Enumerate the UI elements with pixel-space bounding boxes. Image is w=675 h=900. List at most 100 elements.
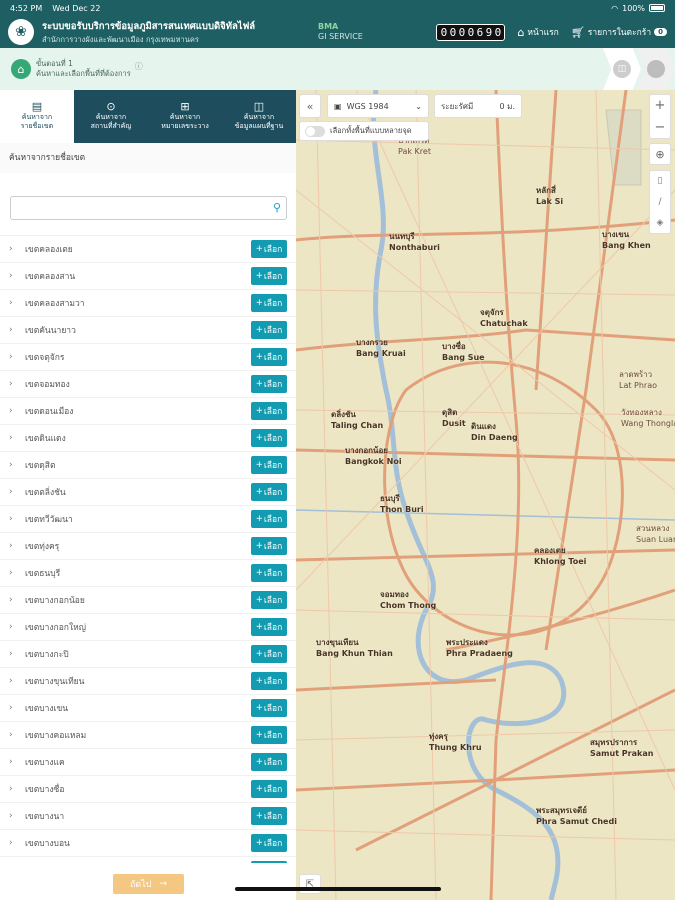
search-icon[interactable]: ⚲ [273,201,281,214]
district-row[interactable]: › เขตบางกอกน้อย + เลือก [0,586,296,613]
district-row[interactable]: › เขตบางนา + เลือก [0,802,296,829]
select-district-button[interactable]: +เลือก [251,726,287,744]
select-district-button[interactable]: +เลือก [251,807,287,825]
chevron-right-icon[interactable]: › [9,568,25,578]
step-3-chevron [637,48,675,90]
district-search-input[interactable]: ⚲ [10,196,287,220]
chevron-right-icon[interactable]: › [9,811,25,821]
plus-icon: + [255,406,263,416]
district-row[interactable]: › เขตคลองสามวา + เลือก [0,289,296,316]
district-row[interactable]: › เขตบางขุนเทียน + เลือก [0,667,296,694]
district-row[interactable]: › เขตจตุจักร + เลือก [0,343,296,370]
district-row[interactable]: › เขตดินแดง + เลือก [0,424,296,451]
district-row[interactable]: › เขตบางแค + เลือก [0,748,296,775]
select-district-button[interactable]: +เลือก [251,348,287,366]
select-district-button[interactable]: +เลือก [251,645,287,663]
chevron-right-icon[interactable]: › [9,433,25,443]
measure-tool-icon[interactable]: ∕ [658,197,661,207]
chevron-right-icon[interactable]: › [9,784,25,794]
basemap-tool-icon[interactable]: ▯ [658,176,663,186]
select-district-button[interactable]: +เลือก [251,510,287,528]
select-district-button[interactable]: +เลือก [251,672,287,690]
chevron-right-icon[interactable]: › [9,244,25,254]
chevron-right-icon[interactable]: › [9,271,25,281]
chevron-right-icon[interactable]: › [9,514,25,524]
select-district-button[interactable]: +เลือก [251,240,287,258]
home-link[interactable]: ⌂ หน้าแรก [517,25,558,39]
select-district-button[interactable]: +เลือก [251,591,287,609]
district-row[interactable]: › เขตดอนเมือง + เลือก [0,397,296,424]
radius-field[interactable]: ระยะรัศมี 0 ม. [434,94,522,118]
select-district-button[interactable]: +เลือก [251,321,287,339]
app-header: ❀ ระบบขอรับบริการข้อมูลภูมิสารสนเทศแบบดิ… [0,16,675,48]
chevron-right-icon[interactable]: › [9,541,25,551]
chevron-right-icon[interactable]: › [9,757,25,767]
district-row[interactable]: › เขตธนบุรี + เลือก [0,559,296,586]
select-district-button[interactable]: +เลือก [251,834,287,852]
chevron-right-icon[interactable]: › [9,730,25,740]
shield-tool-icon[interactable]: ◈ [657,218,664,228]
chevron-right-icon[interactable]: › [9,406,25,416]
select-district-button[interactable]: +เลือก [251,780,287,798]
district-row[interactable]: › เขตดุสิต + เลือก [0,451,296,478]
select-district-button[interactable]: +เลือก [251,483,287,501]
plus-icon: + [255,460,263,470]
select-district-button[interactable]: +เลือก [251,537,287,555]
district-row[interactable]: › เขตบางซื่อ + เลือก [0,775,296,802]
select-district-button[interactable]: +เลือก [251,402,287,420]
next-button[interactable]: ถัดไป → [113,874,184,894]
chevron-right-icon[interactable]: › [9,622,25,632]
district-row[interactable]: › เขตบางกอกใหญ่ + เลือก [0,613,296,640]
chevron-right-icon[interactable]: › [9,487,25,497]
map-view[interactable]: ปากเกร็ดPak Kret หลักสี่Lak Si บางเขนBan… [296,90,675,900]
select-district-button[interactable]: +เลือก [251,375,287,393]
zoom-in-button[interactable]: + [655,98,666,113]
chevron-right-icon[interactable]: › [9,703,25,713]
collapse-panel-button[interactable]: « [299,94,321,118]
select-district-button[interactable]: +เลือก [251,456,287,474]
select-district-button[interactable]: +เลือก [251,429,287,447]
select-district-button[interactable]: +เลือก [251,294,287,312]
district-row[interactable]: › เขตคลองเตย + เลือก [0,235,296,262]
crs-select[interactable]: ▣ WGS 1984 ⌄ [327,94,429,118]
select-district-button[interactable]: +เลือก [251,267,287,285]
chevron-right-icon[interactable]: › [9,325,25,335]
locate-button[interactable]: ⊕ [649,143,671,165]
tab-district[interactable]: ▤ ค้นหาจาก รายชื่อเขต [0,90,74,143]
district-row[interactable]: › เขตคลองสาน + เลือก [0,262,296,289]
expand-map-button[interactable]: ⇱ [299,874,321,894]
cart-icon: 🛒︎ [570,25,585,39]
select-district-button[interactable]: +เลือก [251,753,287,771]
plus-icon: + [255,649,263,659]
cart-link[interactable]: 🛒︎ รายการในตะกร้า 0 [571,25,667,39]
district-row[interactable]: › เขตจอมทอง + เลือก [0,370,296,397]
select-district-button[interactable]: +เลือก [251,564,287,582]
chevron-right-icon[interactable]: › [9,838,25,848]
select-label: เลือก [263,407,283,417]
district-row[interactable]: › เขตตลิ่งชัน + เลือก [0,478,296,505]
district-row[interactable]: › เขตทวีวัฒนา + เลือก [0,505,296,532]
step-3-icon [647,60,665,78]
select-district-button[interactable]: +เลือก [251,699,287,717]
district-row[interactable]: › เขตทุ่งครุ + เลือก [0,532,296,559]
district-row[interactable]: › เขตบางกะปิ + เลือก [0,640,296,667]
select-district-button[interactable]: +เลือก [251,618,287,636]
chevron-right-icon[interactable]: › [9,460,25,470]
district-row[interactable]: › เขตบางเขน + เลือก [0,694,296,721]
tab-sheet-number[interactable]: ⊞ ค้นหาจาก หมายเลขระวาง [148,90,222,143]
multi-select-toggle[interactable] [305,125,325,137]
district-row[interactable]: › เขตบางบอน + เลือก [0,829,296,856]
zoom-out-button[interactable]: − [655,120,666,135]
bma-logo: ❀ [8,19,34,45]
district-row[interactable]: › เขตคันนายาว + เลือก [0,316,296,343]
chevron-right-icon[interactable]: › [9,298,25,308]
tab-basemap[interactable]: ◫ ค้นหาจาก ข้อมูลแผนที่ฐาน [222,90,296,143]
tab-landmark[interactable]: ⊙ ค้นหาจาก สถานที่สำคัญ [74,90,148,143]
chevron-right-icon[interactable]: › [9,379,25,389]
chevron-right-icon[interactable]: › [9,649,25,659]
district-row[interactable]: › เขตบางคอแหลม + เลือก [0,721,296,748]
chevron-right-icon[interactable]: › [9,595,25,605]
chevron-right-icon[interactable]: › [9,676,25,686]
info-icon[interactable]: ⓘ [135,61,143,72]
chevron-right-icon[interactable]: › [9,352,25,362]
